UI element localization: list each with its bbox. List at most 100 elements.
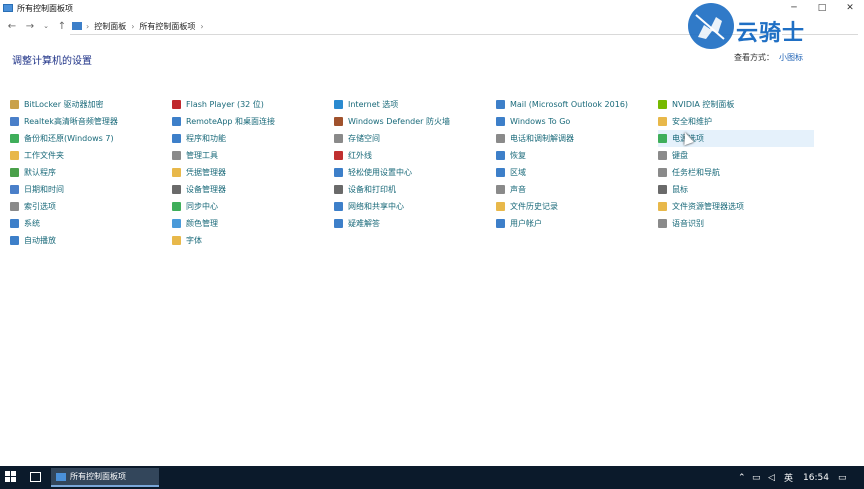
control-panel-item-label: 索引选项: [24, 202, 56, 211]
control-panel-item-label: 自动播放: [24, 236, 56, 245]
control-panel-item[interactable]: Internet 选项: [334, 96, 490, 113]
control-panel-item[interactable]: 设备和打印机: [334, 181, 490, 198]
control-panel-item[interactable]: 备份和还原(Windows 7): [10, 130, 166, 147]
control-panel-item-label: Flash Player (32 位): [186, 100, 264, 109]
control-panel-item[interactable]: 恢复: [496, 147, 652, 164]
breadcrumb-separator: ›: [200, 21, 204, 31]
breadcrumb-control-panel[interactable]: 控制面板: [94, 21, 126, 32]
control-panel-item-label: 用户帐户: [510, 219, 542, 228]
control-panel-item-icon: [658, 151, 667, 160]
control-panel-item[interactable]: Windows Defender 防火墙: [334, 113, 490, 130]
control-panel-item-icon: [10, 151, 19, 160]
control-panel-item[interactable]: 管理工具: [172, 147, 328, 164]
notification-icon[interactable]: ▭: [838, 466, 847, 489]
control-panel-item-icon: [10, 168, 19, 177]
control-panel-item[interactable]: 日期和时间: [10, 181, 166, 198]
control-panel-item[interactable]: 系统: [10, 215, 166, 232]
control-panel-item-icon: [496, 100, 505, 109]
recent-locations-chevron-icon[interactable]: ⌄: [40, 18, 52, 34]
control-panel-item[interactable]: 默认程序: [10, 164, 166, 181]
control-panel-item[interactable]: 字体: [172, 232, 328, 249]
control-panel-item-icon: [10, 100, 19, 109]
control-panel-item-icon: [172, 236, 181, 245]
control-panel-item-label: 红外线: [348, 151, 372, 160]
address-bar[interactable]: › 控制面板 › 所有控制面板项 ›: [70, 18, 776, 35]
control-panel-item-icon: [172, 134, 181, 143]
control-panel-item-label: 默认程序: [24, 168, 56, 177]
control-panel-item[interactable]: 疑难解答: [334, 215, 490, 232]
control-panel-item[interactable]: 声音: [496, 181, 652, 198]
control-panel-item[interactable]: BitLocker 驱动器加密: [10, 96, 166, 113]
control-panel-item-icon: [10, 219, 19, 228]
control-panel-item-label: 疑难解答: [348, 219, 380, 228]
control-panel-item[interactable]: 任务栏和导航: [658, 164, 814, 181]
control-panel-item-icon: [496, 202, 505, 211]
control-panel-item[interactable]: 同步中心: [172, 198, 328, 215]
taskbar-app-label: 所有控制面板项: [70, 472, 126, 481]
control-panel-item-label: 声音: [510, 185, 526, 194]
control-panel-item-label: 系统: [24, 219, 40, 228]
control-panel-item[interactable]: 设备管理器: [172, 181, 328, 198]
control-panel-item[interactable]: 鼠标: [658, 181, 814, 198]
control-panel-item-icon: [658, 134, 667, 143]
window-title: 所有控制面板项: [17, 3, 73, 13]
control-panel-item-label: 文件资源管理器选项: [672, 202, 744, 211]
back-arrow-icon[interactable]: ←: [6, 18, 18, 34]
control-panel-item[interactable]: 用户帐户: [496, 215, 652, 232]
control-panel-item-label: 颜色管理: [186, 219, 218, 228]
up-arrow-icon[interactable]: ↑: [56, 18, 68, 34]
control-panel-item[interactable]: Flash Player (32 位): [172, 96, 328, 113]
input-method-indicator[interactable]: 英: [784, 466, 793, 489]
start-windows-icon[interactable]: [5, 471, 17, 483]
control-panel-item[interactable]: Realtek高清晰音频管理器: [10, 113, 166, 130]
control-panel-item-icon: [172, 168, 181, 177]
control-panel-item[interactable]: NVIDIA 控制面板: [658, 96, 814, 113]
control-panel-item[interactable]: RemoteApp 和桌面连接: [172, 113, 328, 130]
control-panel-item-label: 工作文件夹: [24, 151, 64, 160]
control-panel-item[interactable]: 安全和维护: [658, 113, 814, 130]
control-panel-item[interactable]: 键盘: [658, 147, 814, 164]
control-panel-item[interactable]: 语音识别: [658, 215, 814, 232]
control-panel-item[interactable]: Mail (Microsoft Outlook 2016): [496, 96, 652, 113]
network-icon[interactable]: ▭: [752, 466, 761, 489]
control-panel-item-icon: [658, 202, 667, 211]
volume-icon[interactable]: ◁: [768, 466, 775, 489]
control-panel-item[interactable]: 程序和功能: [172, 130, 328, 147]
control-panel-item-label: 设备管理器: [186, 185, 226, 194]
control-panel-item[interactable]: 区域: [496, 164, 652, 181]
control-panel-item-label: NVIDIA 控制面板: [672, 100, 735, 109]
task-view-icon[interactable]: [30, 472, 41, 482]
tray-overflow-chevron-icon[interactable]: ⌃: [738, 466, 746, 489]
control-panel-item[interactable]: 颜色管理: [172, 215, 328, 232]
control-panel-item[interactable]: 红外线: [334, 147, 490, 164]
control-panel-item-label: 网络和共享中心: [348, 202, 404, 211]
taskbar-app-control-panel[interactable]: 所有控制面板项: [51, 468, 159, 487]
control-panel-item[interactable]: 索引选项: [10, 198, 166, 215]
view-by-dropdown[interactable]: 小图标: [779, 52, 803, 63]
control-panel-item-icon: [172, 151, 181, 160]
control-panel-item-label: 字体: [186, 236, 202, 245]
forward-arrow-icon[interactable]: →: [24, 18, 36, 34]
control-panel-item-icon: [334, 100, 343, 109]
control-panel-item-icon: [658, 168, 667, 177]
control-panel-item[interactable]: 工作文件夹: [10, 147, 166, 164]
control-panel-item[interactable]: Windows To Go: [496, 113, 652, 130]
breadcrumb-separator: ›: [86, 21, 90, 31]
control-panel-item[interactable]: 凭据管理器: [172, 164, 328, 181]
control-panel-item[interactable]: 电话和调制解调器: [496, 130, 652, 147]
control-panel-item[interactable]: 轻松使用设置中心: [334, 164, 490, 181]
control-panel-item[interactable]: 存储空间: [334, 130, 490, 147]
control-panel-item-label: BitLocker 驱动器加密: [24, 100, 104, 109]
taskbar: 所有控制面板项 ⌃ ▭ ◁ 英 16:54 ▭: [0, 466, 864, 489]
control-panel-item[interactable]: 网络和共享中心: [334, 198, 490, 215]
control-panel-item[interactable]: 自动播放: [10, 232, 166, 249]
control-panel-item[interactable]: 文件历史记录: [496, 198, 652, 215]
breadcrumb-all-items[interactable]: 所有控制面板项: [139, 21, 195, 32]
close-button[interactable]: ✕: [836, 0, 864, 16]
control-panel-item-label: 键盘: [672, 151, 688, 160]
control-panel-item[interactable]: 文件资源管理器选项: [658, 198, 814, 215]
items-column-1: BitLocker 驱动器加密 Realtek高清晰音频管理器 备份和还原(Wind…: [10, 96, 166, 249]
clock[interactable]: 16:54: [803, 466, 829, 489]
control-panel-item-label: 设备和打印机: [348, 185, 396, 194]
control-panel-item-label: 轻松使用设置中心: [348, 168, 412, 177]
